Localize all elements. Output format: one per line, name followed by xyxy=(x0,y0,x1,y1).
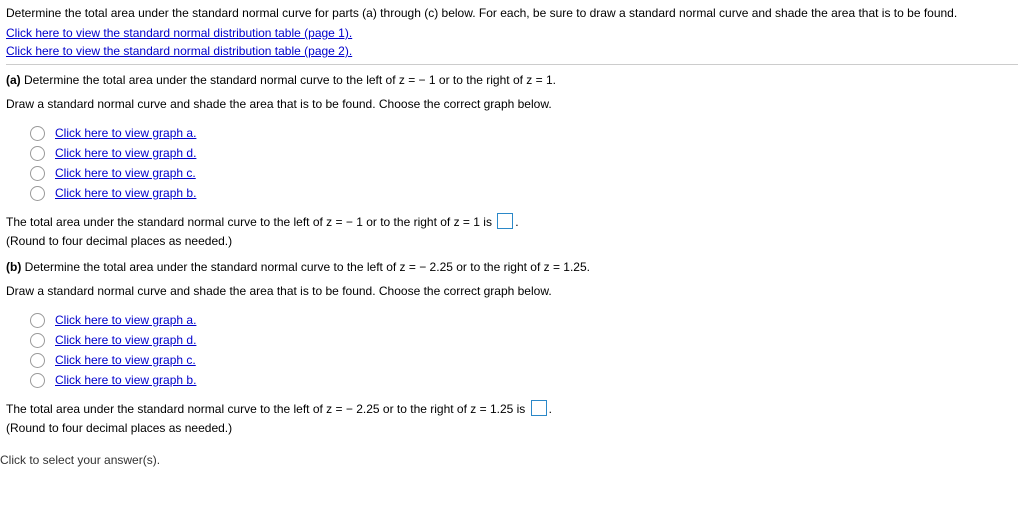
option-link[interactable]: Click here to view graph c. xyxy=(55,164,196,182)
answer-input[interactable] xyxy=(531,400,547,416)
radio-option: Click here to view graph a. xyxy=(30,310,1018,330)
option-link[interactable]: Click here to view graph b. xyxy=(55,371,196,389)
radio-option: Click here to view graph a. xyxy=(30,123,1018,143)
link-table-page2[interactable]: Click here to view the standard normal d… xyxy=(6,44,352,58)
part-a-round-note: (Round to four decimal places as needed.… xyxy=(6,232,1018,250)
answer-prefix: The total area under the standard normal… xyxy=(6,402,529,416)
radio-icon[interactable] xyxy=(30,353,45,368)
radio-option: Click here to view graph b. xyxy=(30,370,1018,390)
part-b-heading: (b) Determine the total area under the s… xyxy=(6,258,1018,276)
part-a-heading: (a) Determine the total area under the s… xyxy=(6,71,1018,89)
part-b-options: Click here to view graph a. Click here t… xyxy=(30,310,1018,390)
radio-icon[interactable] xyxy=(30,126,45,141)
part-a-label: (a) xyxy=(6,73,21,87)
part-a-answer-line: The total area under the standard normal… xyxy=(6,213,1018,231)
radio-icon[interactable] xyxy=(30,166,45,181)
option-link[interactable]: Click here to view graph d. xyxy=(55,144,196,162)
option-link[interactable]: Click here to view graph d. xyxy=(55,331,196,349)
radio-option: Click here to view graph d. xyxy=(30,330,1018,350)
option-link[interactable]: Click here to view graph c. xyxy=(55,351,196,369)
option-link[interactable]: Click here to view graph a. xyxy=(55,124,196,142)
radio-icon[interactable] xyxy=(30,333,45,348)
part-b-text: Determine the total area under the stand… xyxy=(21,260,590,274)
part-a-instruction: Draw a standard normal curve and shade t… xyxy=(6,95,1018,113)
intro-text: Determine the total area under the stand… xyxy=(6,4,1018,22)
part-b-answer-line: The total area under the standard normal… xyxy=(6,400,1018,418)
footer-text: Click to select your answer(s). xyxy=(0,451,1018,469)
part-a-text: Determine the total area under the stand… xyxy=(21,73,556,87)
radio-icon[interactable] xyxy=(30,186,45,201)
part-b-label: (b) xyxy=(6,260,21,274)
part-b-round-note: (Round to four decimal places as needed.… xyxy=(6,419,1018,437)
divider xyxy=(6,64,1018,65)
answer-input[interactable] xyxy=(497,213,513,229)
radio-icon[interactable] xyxy=(30,313,45,328)
radio-option: Click here to view graph c. xyxy=(30,350,1018,370)
part-a-options: Click here to view graph a. Click here t… xyxy=(30,123,1018,203)
link-table-page1[interactable]: Click here to view the standard normal d… xyxy=(6,26,352,40)
radio-option: Click here to view graph d. xyxy=(30,143,1018,163)
radio-option: Click here to view graph b. xyxy=(30,183,1018,203)
part-b-instruction: Draw a standard normal curve and shade t… xyxy=(6,282,1018,300)
option-link[interactable]: Click here to view graph a. xyxy=(55,311,196,329)
radio-icon[interactable] xyxy=(30,373,45,388)
option-link[interactable]: Click here to view graph b. xyxy=(55,184,196,202)
answer-suffix: . xyxy=(515,215,518,229)
answer-prefix: The total area under the standard normal… xyxy=(6,215,495,229)
radio-icon[interactable] xyxy=(30,146,45,161)
radio-option: Click here to view graph c. xyxy=(30,163,1018,183)
answer-suffix: . xyxy=(549,402,552,416)
